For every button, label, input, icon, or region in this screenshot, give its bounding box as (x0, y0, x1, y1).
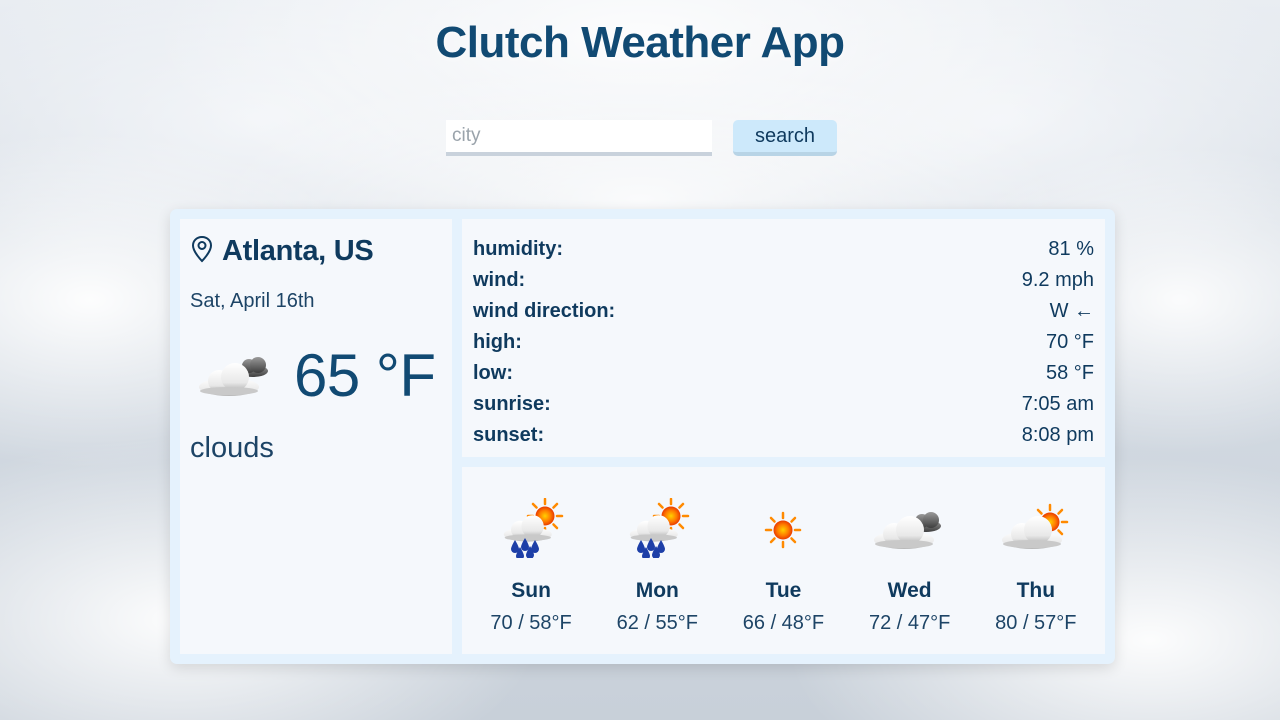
detail-value: W ← (1049, 300, 1094, 322)
detail-row-sunrise: sunrise: 7:05 am (473, 389, 1094, 420)
detail-value: 7:05 am (1021, 393, 1094, 415)
forecast-day-temps: 66 / 48°F (742, 612, 825, 634)
detail-value: 8:08 pm (1021, 424, 1094, 446)
cloudy-icon (190, 343, 280, 408)
partly-sunny-icon (976, 497, 1096, 559)
detail-row-humidity: humidity: 81 % (473, 234, 1094, 265)
forecast-day-name: Thu (1016, 579, 1056, 602)
rain-sun-icon (471, 497, 591, 559)
detail-label: sunset: (473, 424, 545, 446)
forecast-panel: Sun 70 / 58°F Mon 62 / 55°F Tue 66 / 48°… (462, 467, 1105, 654)
detail-value: 81 % (1048, 238, 1094, 260)
weather-details-panel: humidity: 81 % wind: 9.2 mph wind direct… (462, 219, 1105, 457)
current-condition: clouds (190, 432, 274, 464)
detail-label: humidity: (473, 238, 563, 260)
weather-card: Atlanta, US Sat, April 16th 65 °F clouds… (170, 209, 1115, 664)
forecast-day-name: Tue (765, 579, 802, 602)
detail-label: wind direction: (473, 300, 616, 322)
forecast-day: Tue 66 / 48°F (723, 467, 843, 654)
forecast-day-name: Mon (635, 579, 679, 602)
forecast-day-temps: 62 / 55°F (616, 612, 698, 634)
detail-row-high: high: 70 °F (473, 327, 1094, 358)
detail-row-low: low: 58 °F (473, 358, 1094, 389)
forecast-day-name: Sun (511, 579, 551, 602)
rain-sun-icon (597, 497, 717, 559)
detail-value: 70 °F (1045, 331, 1094, 353)
current-weather-panel: Atlanta, US Sat, April 16th 65 °F clouds (180, 219, 452, 654)
detail-label: low: (473, 362, 513, 384)
forecast-day: Thu 80 / 57°F (976, 467, 1096, 654)
detail-label: wind: (473, 269, 526, 291)
detail-value: 58 °F (1045, 362, 1094, 384)
detail-row-sunset: sunset: 8:08 pm (473, 420, 1094, 451)
location: Atlanta, US (190, 235, 442, 268)
current-date: Sat, April 16th (190, 290, 315, 312)
detail-row-wind: wind: 9.2 mph (473, 265, 1094, 296)
search-button[interactable]: search (733, 120, 837, 156)
forecast-day: Wed 72 / 47°F (850, 467, 970, 654)
location-name: Atlanta, US (222, 235, 374, 267)
detail-value: 9.2 mph (1021, 269, 1094, 291)
sun-icon (723, 497, 843, 559)
forecast-day-temps: 80 / 57°F (995, 612, 1077, 634)
city-search-input[interactable] (446, 120, 712, 156)
detail-label: high: (473, 331, 522, 353)
forecast-day-temps: 72 / 47°F (868, 612, 951, 634)
current-temperature-row: 65 °F (190, 341, 442, 410)
detail-row-wind-direction: wind direction: W ← (473, 296, 1094, 327)
forecast-day-temps: 70 / 58°F (490, 612, 572, 634)
current-temperature: 65 °F (294, 342, 436, 409)
forecast-day: Mon 62 / 55°F (597, 467, 717, 654)
detail-label: sunrise: (473, 393, 551, 415)
cloudy-icon (850, 497, 970, 559)
forecast-day-name: Wed (887, 579, 932, 602)
forecast-day: Sun 70 / 58°F (471, 467, 591, 654)
location-pin-icon (190, 235, 214, 268)
search-bar: search (446, 120, 837, 156)
page-title: Clutch Weather App (435, 18, 845, 67)
